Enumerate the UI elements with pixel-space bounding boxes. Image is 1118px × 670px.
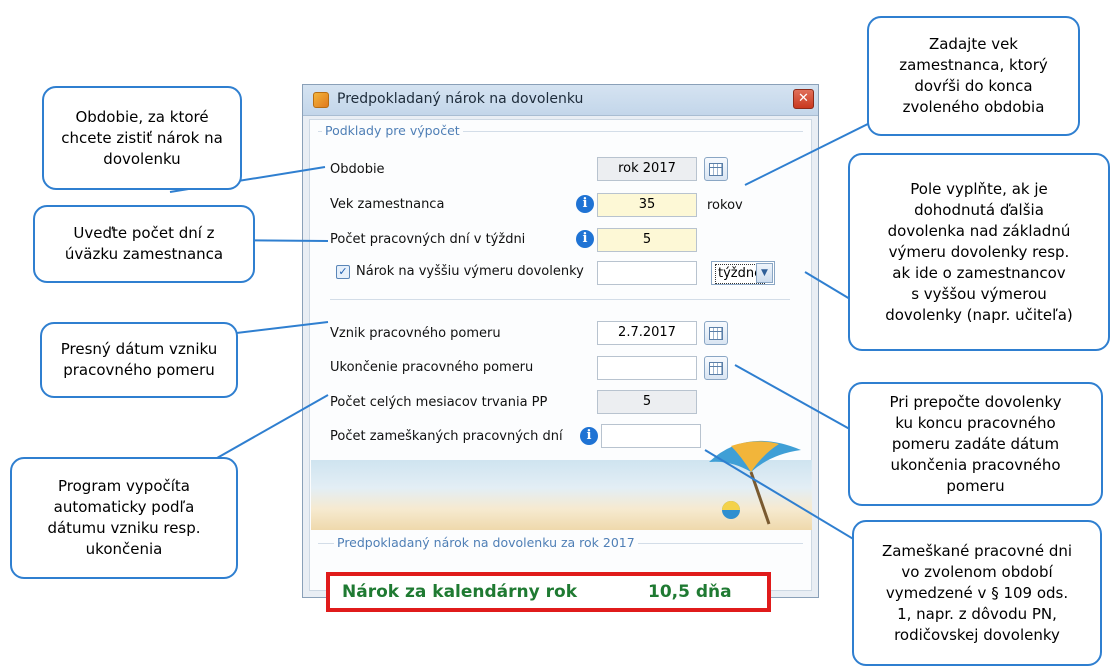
vyssia-vymera-checkbox[interactable]: ✓ xyxy=(336,265,350,279)
callout-line: dovolenku xyxy=(103,149,181,168)
callout-line: zvoleného obdobia xyxy=(902,98,1045,116)
obdobie-label: Obdobie xyxy=(330,162,385,177)
callout-line: Obdobie, za ktoré xyxy=(75,107,209,126)
ukoncenie-calendar-icon[interactable] xyxy=(704,356,728,380)
callout-dni: Uveďte počet dní z úväzku zamestnanca xyxy=(33,205,255,283)
result-value: 10,5 dňa xyxy=(648,582,732,602)
callout-line: Program vypočíta xyxy=(58,477,190,495)
callout-line: výmeru dovolenky resp. xyxy=(888,242,1070,261)
dialog-body: Podklady pre výpočet Obdobie rok 2017 Ve… xyxy=(309,119,812,612)
callout-vznik: Presný dátum vzniku pracovného pomeru xyxy=(40,322,238,398)
mesiace-field: 5 xyxy=(597,390,697,414)
callout-line: ukončenia pracovného xyxy=(890,455,1061,474)
callout-line: zamestnanca, ktorý xyxy=(899,56,1048,74)
callout-line: Zadajte vek xyxy=(928,35,1018,53)
title-bar[interactable]: Predpokladaný nárok na dovolenku ✕ xyxy=(303,85,818,116)
vyssia-vymera-label: Nárok na vyššiu výmeru dovolenky xyxy=(356,264,584,279)
callout-line: Zameškané pracovné dni xyxy=(881,541,1073,560)
callout-line: automaticky podľa xyxy=(53,498,195,516)
unit-select[interactable]: týždne ▼ xyxy=(711,261,775,285)
callout-line: rodičovskej dovolenky xyxy=(894,625,1060,644)
callout-line: 1, napr. z dôvodu PN, xyxy=(897,604,1057,623)
callout-ukoncenie: Pri prepočte dovolenky ku koncu pracovné… xyxy=(848,382,1103,506)
callout-line: ku koncu pracovného xyxy=(895,413,1056,432)
dni-field[interactable]: 5 xyxy=(597,228,697,252)
callout-line: Uveďte počet dní z xyxy=(73,224,215,242)
beach-banner xyxy=(311,440,812,530)
dni-info-icon[interactable]: i xyxy=(576,230,594,248)
callout-mesiace: Program vypočíta automaticky podľa dátum… xyxy=(10,457,238,579)
vyssia-vymera-field[interactable] xyxy=(597,261,697,285)
callout-line: ukončenia xyxy=(85,540,163,558)
result-label: Nárok za kalendárny rok xyxy=(342,582,578,602)
mesiace-label: Počet celých mesiacov trvania PP xyxy=(330,395,548,410)
callout-line: dovolenka nad základnú xyxy=(887,221,1071,240)
callout-vyssia: Pole vyplňte, ak je dohodnutá ďalšia dov… xyxy=(848,153,1110,351)
dialog-title: Predpokladaný nárok na dovolenku xyxy=(337,91,584,107)
app-icon xyxy=(313,92,329,108)
callout-line: ak ide o zamestnancov xyxy=(892,263,1066,282)
separator xyxy=(330,299,790,300)
callout-line: Pri prepočte dovolenky xyxy=(889,392,1062,411)
callout-line: pomeru zadáte dátum xyxy=(891,434,1060,453)
result-box: Nárok za kalendárny rok 10,5 dňa xyxy=(326,572,771,612)
vznik-calendar-icon[interactable] xyxy=(704,321,728,345)
vacation-entitlement-dialog: Predpokladaný nárok na dovolenku ✕ Podkl… xyxy=(302,84,819,612)
result-section-legend: Predpokladaný nárok na dovolenku za rok … xyxy=(334,535,638,550)
callout-line: pracovného pomeru xyxy=(63,361,215,379)
beach-umbrella-icon xyxy=(709,440,801,525)
callout-line: dovŕši do konca xyxy=(914,77,1033,95)
callout-line: s vyššou výmerou xyxy=(911,284,1047,303)
callout-line: dovolenky (napr. učiteľa) xyxy=(885,305,1073,324)
callout-vek: Zadajte vek zamestnanca, ktorý dovŕši do… xyxy=(867,16,1080,136)
vznik-label: Vznik pracovného pomeru xyxy=(330,326,501,341)
zameskane-info-icon[interactable]: i xyxy=(580,427,598,445)
vek-field[interactable]: 35 xyxy=(597,193,697,217)
dni-label: Počet pracovných dní v týždni xyxy=(330,232,526,247)
vek-info-icon[interactable]: i xyxy=(576,195,594,213)
callout-line: chcete zistiť nárok na xyxy=(61,128,223,147)
ukoncenie-label: Ukončenie pracovného pomeru xyxy=(330,360,534,375)
vek-label: Vek zamestnanca xyxy=(330,197,445,212)
ukoncenie-field[interactable] xyxy=(597,356,697,380)
callout-line: Pole vyplňte, ak je xyxy=(910,179,1048,198)
callout-line: úväzku zamestnanca xyxy=(64,245,224,263)
close-button[interactable]: ✕ xyxy=(793,89,814,109)
zameskane-label: Počet zameškaných pracovných dní xyxy=(330,429,563,444)
obdobie-calendar-icon[interactable] xyxy=(704,157,728,181)
chevron-down-icon[interactable]: ▼ xyxy=(756,263,773,283)
callout-line: Presný dátum vzniku xyxy=(60,340,218,358)
callout-zameskane: Zameškané pracovné dni vo zvolenom obdob… xyxy=(852,520,1102,666)
zameskane-field[interactable] xyxy=(601,424,701,448)
callout-obdobie: Obdobie, za ktoré chcete zistiť nárok na… xyxy=(42,86,242,190)
callout-line: vymedzené v § 109 ods. xyxy=(885,583,1069,602)
callout-line: dátumu vzniku resp. xyxy=(47,519,201,537)
input-section-legend: Podklady pre výpočet xyxy=(322,123,463,138)
vek-unit: rokov xyxy=(707,198,743,213)
callout-line: vo zvolenom období xyxy=(901,562,1053,581)
vznik-field[interactable]: 2.7.2017 xyxy=(597,321,697,345)
callout-line: dohodnutá ďalšia xyxy=(914,200,1044,219)
obdobie-field[interactable]: rok 2017 xyxy=(597,157,697,181)
callout-line: pomeru xyxy=(946,476,1005,495)
